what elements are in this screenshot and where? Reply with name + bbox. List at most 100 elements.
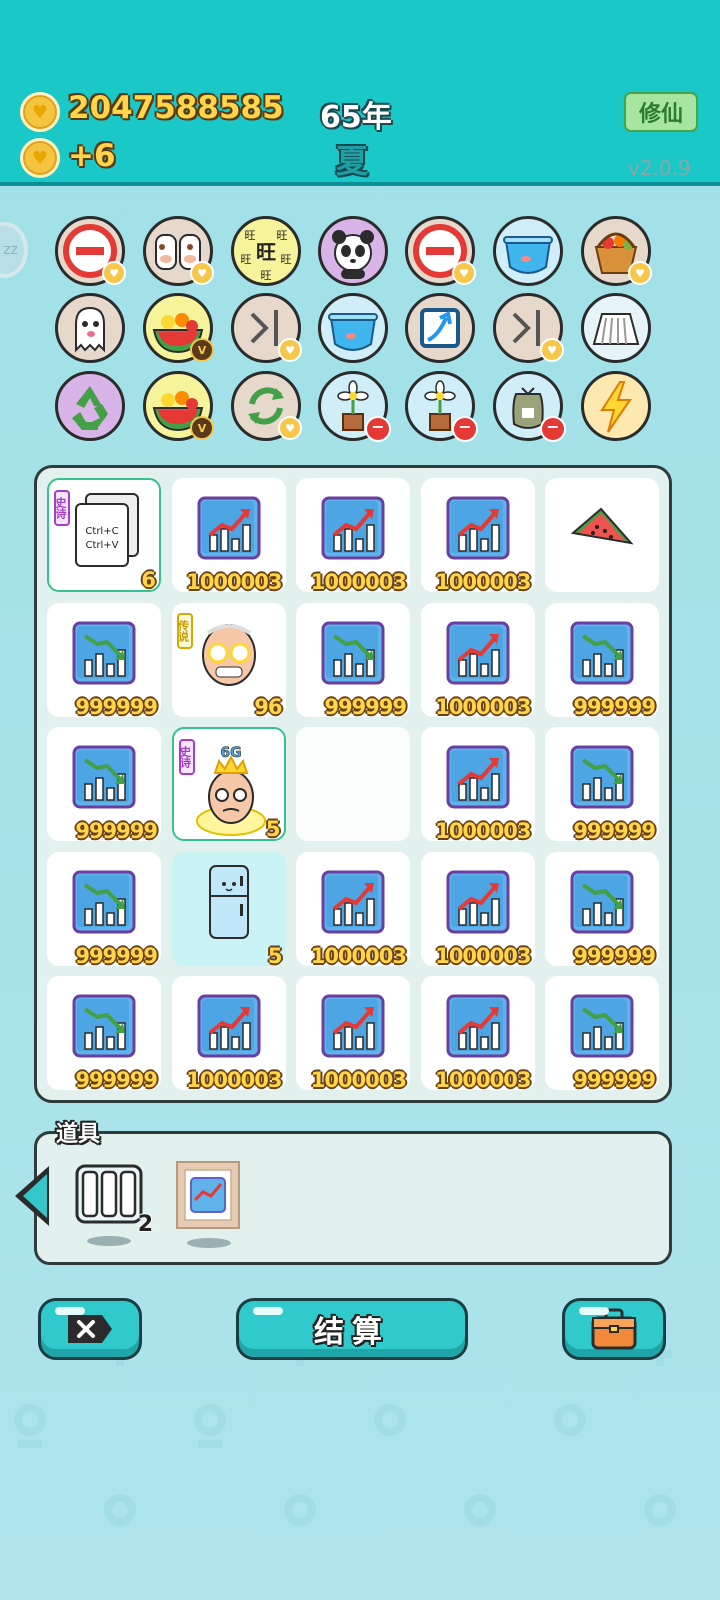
fruit-basket-icon[interactable]: ♥	[581, 216, 652, 286]
xiuxian-button[interactable]: 修仙	[624, 92, 698, 132]
settle-button[interactable]: 结算	[236, 1298, 468, 1360]
coin-icon: ♥	[20, 138, 60, 178]
trend-down-chart-icon	[47, 976, 161, 1076]
skip-icon[interactable]: ♥	[231, 293, 302, 363]
trend-down-chart-icon	[545, 603, 659, 703]
trash-bag-icon[interactable]: −	[493, 371, 566, 442]
board-cell[interactable]: 5	[171, 851, 286, 968]
fruit-bowl-icon[interactable]: V	[143, 371, 214, 441]
board-empty-cell[interactable]	[296, 727, 410, 841]
triple-slot-count: 2	[137, 1212, 153, 1237]
board-cell[interactable]: 999999	[47, 727, 161, 843]
settle-label: 结算	[314, 1315, 390, 1350]
board-cell[interactable]: 1000003	[420, 851, 535, 968]
svg-text:Ctrl+C: Ctrl+C	[85, 526, 118, 537]
no-entry-icon[interactable]: ♥	[55, 216, 126, 286]
rarity-tag: 史诗	[54, 490, 70, 526]
vip-badge-icon: V	[190, 416, 214, 440]
panda-icon[interactable]	[318, 216, 388, 286]
board-cell[interactable]: 1000003	[296, 976, 410, 1092]
cell-count: 1000003	[310, 1068, 407, 1092]
tools-panel: 2	[15, 1131, 672, 1265]
cell-count: 6	[141, 568, 156, 592]
board-cell[interactable]: 999999	[47, 851, 161, 968]
cell-count: 999999	[573, 1068, 656, 1092]
board-cell[interactable]: 999999	[545, 976, 659, 1092]
side-handle-label: zz	[3, 242, 18, 258]
cell-count: 999999	[75, 943, 158, 968]
side-drawer-handle[interactable]: zz	[0, 222, 28, 278]
header-bar: ♥ 2047588585 ♥ +6 65年 夏 修仙 v2.0.9	[0, 0, 720, 186]
pleated-skirt-icon[interactable]	[581, 293, 651, 363]
potted-flower-icon[interactable]: −	[405, 371, 478, 442]
backpack-button[interactable]	[562, 1298, 666, 1360]
cell-count: 999999	[75, 819, 158, 843]
delete-x-icon	[68, 1315, 112, 1343]
heart-badge-icon: ♥	[628, 261, 652, 285]
potted-flower-icon[interactable]: −	[318, 371, 391, 442]
year-label: 65年	[320, 100, 392, 135]
board-cell[interactable]: Ctrl+C Ctrl+V 史诗 6	[47, 478, 161, 592]
board-cell[interactable]: 1000003	[420, 602, 535, 719]
remove-badge-icon: −	[365, 416, 391, 442]
arrow-card-icon[interactable]	[405, 293, 475, 363]
board-cell[interactable]: 999999	[47, 976, 161, 1092]
fridge-icon	[172, 852, 286, 952]
trend-down-chart-icon	[47, 603, 161, 703]
board-cell[interactable]: 1000003	[171, 976, 286, 1092]
board-cell[interactable]: 1000003	[420, 727, 535, 843]
fishbowl-icon[interactable]	[318, 293, 388, 363]
cell-count: 999999	[324, 694, 407, 719]
cell-count: 1000003	[435, 1068, 531, 1092]
cell-count: 999999	[573, 694, 656, 719]
coin-balance: 2047588585	[68, 90, 284, 126]
twin-cows-icon[interactable]: ♥	[143, 216, 214, 286]
board-cell[interactable]: 999999	[545, 727, 659, 843]
heart-badge-icon: ♥	[452, 261, 476, 285]
board-cell[interactable]: 999999	[545, 602, 659, 719]
board-cell[interactable]: 1000003	[296, 478, 410, 594]
cell-count: 1000003	[435, 694, 531, 719]
triple-slot-item[interactable]: 2	[75, 1164, 153, 1246]
fishbowl-icon[interactable]	[493, 216, 563, 286]
svg-text:旺: 旺	[241, 253, 252, 266]
recycle-icon[interactable]	[55, 371, 125, 441]
wang-text-icon[interactable]: 旺旺旺旺旺旺	[231, 216, 301, 286]
board-cell[interactable]: 1000003	[171, 478, 286, 594]
cell-count: 1000003	[435, 819, 531, 843]
trend-up-chart-icon	[172, 976, 286, 1076]
trend-up-chart-icon	[296, 976, 410, 1076]
cell-count: 999999	[573, 819, 656, 843]
season-label: 夏	[336, 142, 369, 180]
remove-badge-icon: −	[452, 416, 478, 442]
board-cell[interactable]: 1000003	[420, 478, 535, 594]
board-cell[interactable]: 6G 史诗 5	[171, 727, 286, 841]
board-cell[interactable]: 传说 96	[171, 602, 286, 719]
heart-badge-icon: ♥	[190, 261, 214, 285]
skip-icon[interactable]: ♥	[493, 293, 564, 363]
ghost-icon[interactable]	[55, 293, 125, 363]
trend-down-chart-icon	[296, 603, 410, 703]
tools-title: 道具	[56, 1122, 101, 1147]
discard-button[interactable]	[38, 1298, 142, 1360]
board-cell[interactable]: 1000003	[296, 851, 410, 968]
trend-down-chart-icon	[47, 852, 161, 952]
board-cell[interactable]: 999999	[296, 602, 410, 719]
cell-count: 1000003	[310, 570, 407, 594]
no-entry-icon[interactable]: ♥	[405, 216, 476, 286]
svg-text:旺: 旺	[245, 229, 256, 242]
watermelon-icon	[545, 478, 659, 578]
svg-text:旺: 旺	[281, 253, 292, 266]
board-cell[interactable]: 999999	[47, 602, 161, 719]
board-cell[interactable]: 1000003	[420, 976, 535, 1092]
trend-down-chart-icon	[47, 727, 161, 827]
framed-chart-item[interactable]	[175, 1160, 241, 1248]
board-cell[interactable]: 999999	[545, 851, 659, 968]
lightning-icon[interactable]	[581, 371, 651, 441]
refresh-icon[interactable]: ♥	[231, 371, 302, 441]
remove-badge-icon: −	[540, 416, 566, 442]
fruit-bowl-icon[interactable]: V	[143, 293, 214, 363]
board-cell[interactable]	[545, 478, 659, 592]
cell-count: 1000003	[186, 570, 282, 594]
heart-badge-icon: ♥	[278, 338, 302, 362]
